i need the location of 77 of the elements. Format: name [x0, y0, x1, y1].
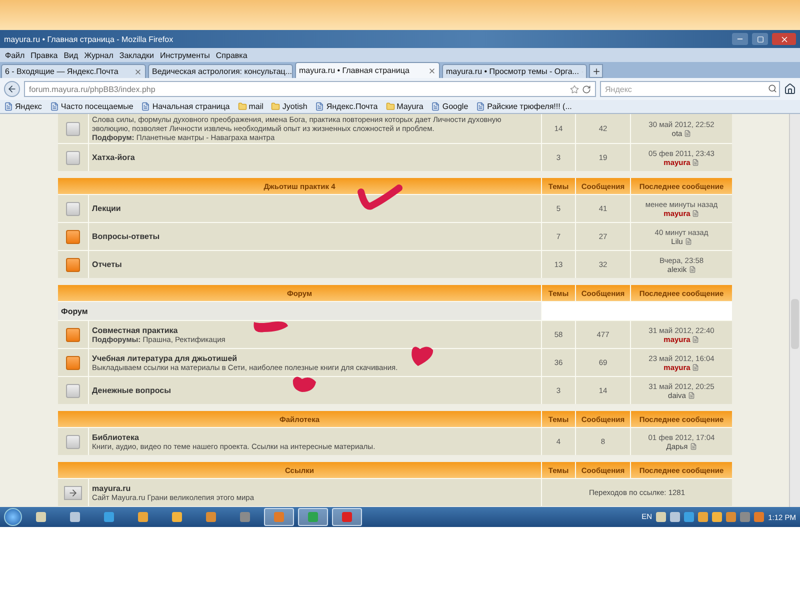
home-icon[interactable]: [784, 83, 796, 95]
scrollbar[interactable]: [789, 114, 800, 507]
document-icon[interactable]: [688, 392, 695, 398]
tray-icon[interactable]: [698, 512, 708, 522]
close-button[interactable]: [772, 33, 796, 45]
maximize-button[interactable]: [752, 33, 768, 45]
tray-icon[interactable]: [712, 512, 722, 522]
search-icon[interactable]: [768, 84, 777, 93]
page-icon: [50, 102, 59, 111]
category-title[interactable]: Форум: [58, 302, 541, 320]
forum-title[interactable]: Отчеты: [92, 260, 122, 269]
menu-item[interactable]: Закладки: [116, 50, 158, 60]
menu-item[interactable]: Файл: [2, 50, 28, 60]
menu-item[interactable]: Журнал: [81, 50, 116, 60]
folder-icon: [238, 102, 247, 111]
bookmark[interactable]: Яндекс: [4, 102, 42, 111]
document-icon[interactable]: [690, 442, 697, 450]
menu-item[interactable]: Правка: [28, 50, 61, 60]
page-icon: [476, 102, 486, 111]
bookmark[interactable]: Начальная страница: [141, 102, 230, 111]
forum-title[interactable]: Лекции: [92, 204, 121, 213]
document-icon[interactable]: [692, 210, 700, 216]
page-icon: [431, 102, 440, 111]
back-button[interactable]: [4, 81, 20, 97]
tray-icon[interactable]: [670, 512, 680, 522]
tray-icon[interactable]: [754, 512, 764, 522]
folder-icon: [386, 102, 395, 111]
forum-title[interactable]: Хатха-йога: [92, 153, 135, 162]
document-icon[interactable]: [692, 336, 700, 342]
bookmark[interactable]: Mayura: [386, 102, 424, 111]
document-icon[interactable]: [692, 364, 700, 370]
document-icon[interactable]: [692, 158, 700, 166]
bookmark[interactable]: Яндекс.Почта: [315, 102, 378, 111]
reload-icon[interactable]: [582, 84, 591, 94]
bookmark[interactable]: Райские трюфеля!!! (...: [476, 102, 572, 111]
heart-scribble: [290, 374, 318, 394]
browser-tab[interactable]: mayura.ru • Главная страница: [295, 62, 440, 78]
bookmark[interactable]: Jyotish: [271, 102, 308, 111]
forum-title[interactable]: Библиотека: [92, 432, 139, 442]
document-icon[interactable]: [684, 130, 692, 136]
start-button[interactable]: [4, 508, 22, 526]
tray-icon[interactable]: [656, 512, 666, 522]
forum-title[interactable]: Учебная литература для джьотишей: [92, 354, 238, 362]
document-icon[interactable]: [688, 266, 696, 272]
back-arrow-icon: [7, 84, 17, 94]
bookmark[interactable]: Google: [431, 102, 468, 111]
minimize-button[interactable]: [732, 33, 748, 45]
document-icon[interactable]: [684, 238, 692, 244]
taskbar-app[interactable]: [264, 508, 294, 526]
search-field[interactable]: Яндекс: [600, 81, 780, 97]
tray-icon[interactable]: [726, 512, 736, 522]
page-icon: [141, 102, 150, 111]
bookmark[interactable]: mail: [238, 102, 264, 111]
new-tab-button[interactable]: [589, 64, 603, 78]
plus-icon: [592, 66, 600, 76]
browser-tab[interactable]: 6 - Входящие — Яндекс.Почта: [1, 64, 146, 78]
folder-icon: [271, 102, 280, 111]
link-title[interactable]: mayura.ru: [92, 484, 131, 492]
tray-icon[interactable]: [740, 512, 750, 522]
forum-title[interactable]: Вопросы-ответы: [92, 232, 160, 241]
forum-title[interactable]: Денежные вопросы: [92, 386, 171, 395]
browser-tab[interactable]: Ведическая астрология: консультац...: [148, 64, 293, 78]
browser-tab[interactable]: mayura.ru • Просмотр темы - Орга...: [442, 64, 587, 78]
window-title: mayura.ru • Главная страница - Mozilla Firefox: [4, 34, 174, 44]
bookmark[interactable]: Часто посещаемые: [50, 102, 134, 111]
forum-title[interactable]: Совместная практика: [92, 326, 178, 334]
tray-icon[interactable]: [684, 512, 694, 522]
maximize-icon: [756, 36, 764, 42]
page-icon: [4, 102, 13, 111]
taskbar-app[interactable]: [332, 508, 362, 526]
page-icon: [315, 102, 324, 111]
star-icon[interactable]: [570, 84, 579, 94]
menu-item[interactable]: Вид: [60, 50, 82, 60]
menu-item[interactable]: Инструменты: [157, 50, 213, 60]
taskbar-app[interactable]: [298, 508, 328, 526]
address-field[interactable]: forum.mayura.ru/phpBB3/index.php: [24, 81, 596, 97]
menu-item[interactable]: Справка: [212, 50, 250, 60]
